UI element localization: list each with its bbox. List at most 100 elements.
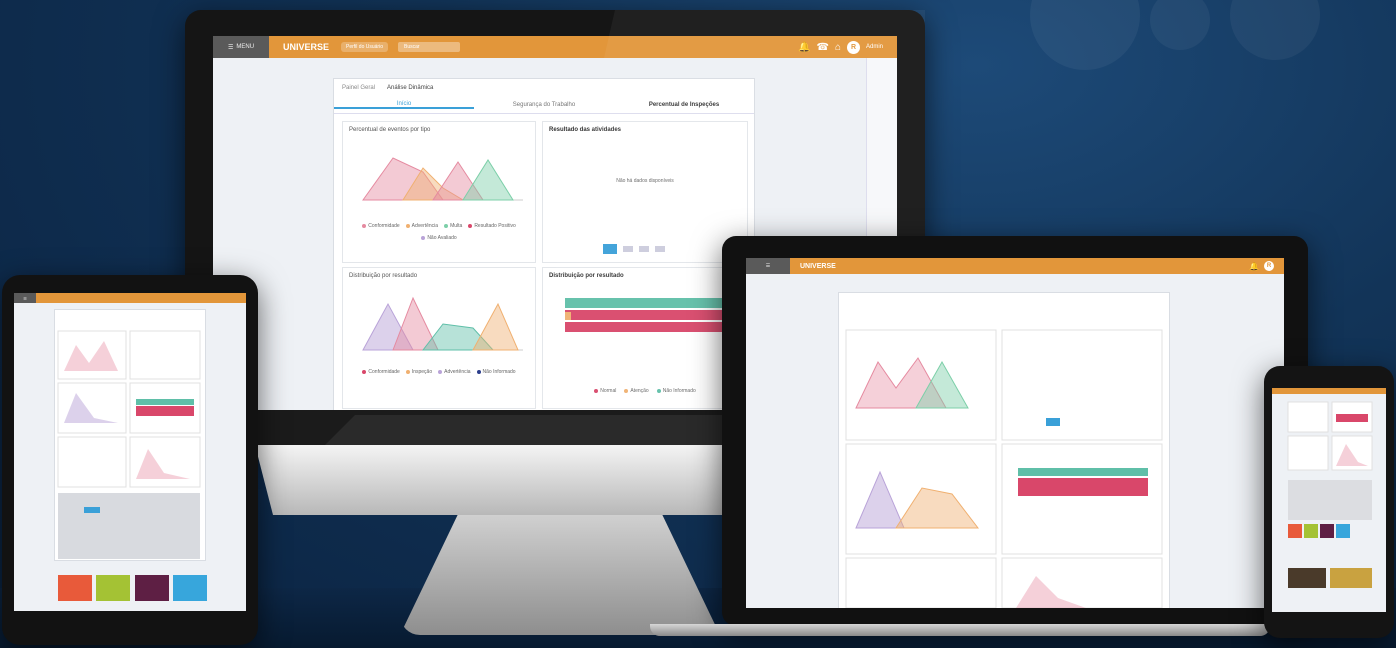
legend-label: Atenção <box>630 388 649 394</box>
laptop-base <box>650 624 1270 636</box>
legend-label: Advertência <box>444 369 471 375</box>
legend-dot <box>362 224 367 228</box>
green-area <box>462 159 514 201</box>
legend-dot <box>476 370 481 374</box>
mini-tile <box>1320 524 1334 538</box>
phone <box>1264 366 1394 638</box>
tile-grid <box>58 575 208 606</box>
legend-dot <box>438 370 443 374</box>
legend-item: Multa <box>444 223 462 229</box>
legend-dot <box>362 370 367 374</box>
mini-card <box>1287 435 1329 471</box>
legend-item: Normal <box>594 388 616 394</box>
area-chart <box>362 157 523 201</box>
legend-label: Inspeção <box>411 369 433 375</box>
mini-tile <box>1304 524 1318 538</box>
desktop-topbar: ☰ MENU UNIVERSE Perfil do Usuário Buscar… <box>213 36 897 58</box>
mini-card <box>129 330 201 380</box>
legend-item: Não Avaliado <box>421 235 457 241</box>
menu-button[interactable]: ☰ MENU <box>213 36 269 58</box>
empty-state-text: Não há dados disponíveis <box>616 178 674 184</box>
panel-title: Análise Dinâmica <box>387 85 434 91</box>
background-circle <box>1230 0 1320 60</box>
legend-item: Resultado Positivo <box>468 223 516 229</box>
tile-red[interactable] <box>58 575 92 601</box>
chart-card-distribution: Distribuição por resultado Conformidade … <box>342 267 536 409</box>
search-input[interactable]: Buscar <box>397 42 460 52</box>
bar-crimson <box>565 310 740 320</box>
home-icon[interactable]: ⌂ <box>835 42 841 53</box>
mini-button <box>1046 418 1060 426</box>
bell-icon[interactable]: 🔔 <box>798 42 810 53</box>
app-logo: UNIVERSE <box>283 42 330 52</box>
main-panel: Painel Geral Análise Dinâmica Início Seg… <box>333 78 755 416</box>
mini-card <box>845 557 997 608</box>
mini-card <box>1001 329 1163 441</box>
legend-item: Não Informado <box>656 388 696 394</box>
background-circle <box>1030 0 1140 70</box>
breadcrumb[interactable]: Painel Geral <box>342 85 375 91</box>
mini-photo <box>1330 568 1372 588</box>
legend-label: Não Avaliado <box>427 235 457 241</box>
tile-cyan[interactable] <box>173 575 208 601</box>
monitor-stand <box>400 515 720 635</box>
bar-teal <box>565 298 740 308</box>
phone-mini-charts <box>1287 401 1373 588</box>
mini-tile <box>1336 524 1350 538</box>
legend-item: Advertência <box>405 223 438 229</box>
tab-bar: Início Segurança do Trabalho Percentual … <box>334 97 754 114</box>
legend-dot <box>656 389 661 393</box>
mini-tile <box>1288 524 1302 538</box>
line-view-icon[interactable] <box>639 246 649 252</box>
tablet-screen: ☰ <box>14 293 246 611</box>
legend-dot <box>468 224 473 228</box>
laptop-screen: ☰ UNIVERSE 🔔 R <box>746 258 1284 608</box>
mini-card <box>129 436 201 488</box>
legend-label: Conformidade <box>368 223 400 229</box>
chart-card-activities: Resultado das atividades Não há dados di… <box>542 121 748 263</box>
legend-label: Resultado Positivo <box>474 223 516 229</box>
tablet-mini-charts <box>57 330 201 559</box>
legend-item: Advertência <box>438 369 471 375</box>
filter-icon[interactable] <box>655 246 665 252</box>
tab-seguranca[interactable]: Segurança do Trabalho <box>474 102 614 108</box>
card-title: Percentual de eventos por tipo <box>349 127 431 133</box>
avatar[interactable]: R <box>846 40 860 54</box>
chart-view-button[interactable] <box>603 244 617 254</box>
legend: Conformidade Advertência Multa Resultado… <box>343 223 535 241</box>
legend-item: Atenção <box>624 388 649 394</box>
legend: Conformidade Inspeção Advertência Não In… <box>343 369 535 375</box>
legend-item: Não Informado <box>476 369 516 375</box>
legend-label: Normal <box>600 388 617 394</box>
nav-pill[interactable]: Perfil do Usuário <box>341 42 388 52</box>
laptop-mini-charts <box>845 329 1163 608</box>
chart-card-bars: Distribuição por resultado Normal Atençã… <box>542 267 748 409</box>
tab-inspecoes[interactable]: Percentual de Inspeções <box>614 102 754 108</box>
legend-item: Inspeção <box>405 369 433 375</box>
tablet: ☰ <box>2 275 258 645</box>
mini-block <box>58 493 200 559</box>
mini-card <box>57 382 127 434</box>
mini-photo <box>1288 568 1326 588</box>
background-circle <box>1150 0 1210 50</box>
legend-label: Não Informado <box>482 369 516 375</box>
view-switcher <box>603 244 665 254</box>
menu-icon: ☰ <box>227 44 234 51</box>
table-view-icon[interactable] <box>623 246 633 252</box>
legend: Normal Atenção Não Informado <box>543 388 747 394</box>
phone-icon[interactable]: ☎ <box>816 42 828 53</box>
legend-item: Conformidade <box>362 369 400 375</box>
tile-lime[interactable] <box>96 575 131 601</box>
topbar-icons: 🔔 ☎ ⌂ R Admin <box>798 40 883 54</box>
legend-dot <box>405 224 410 228</box>
legend-item: Conformidade <box>362 223 400 229</box>
username[interactable]: Admin <box>866 44 883 50</box>
chart-card-events: Percentual de eventos por tipo Conformid… <box>342 121 536 263</box>
mini-card <box>57 436 127 488</box>
card-title: Resultado das atividades <box>549 127 622 133</box>
legend-dot <box>444 224 449 228</box>
tile-plum[interactable] <box>134 575 169 601</box>
tab-inicio[interactable]: Início <box>334 101 474 109</box>
orange-area <box>472 302 519 351</box>
panel-header: Painel Geral Análise Dinâmica <box>334 79 754 97</box>
